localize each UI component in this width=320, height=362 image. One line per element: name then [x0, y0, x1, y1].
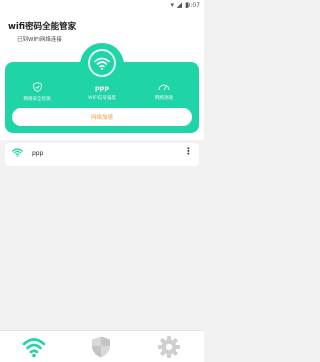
network-name: ppp: [32, 150, 44, 157]
gear-icon: [158, 336, 180, 358]
bottom-navigation: [0, 330, 204, 362]
wifi-icon: [94, 57, 110, 70]
stat-security-check[interactable]: 网络安全检测: [12, 82, 62, 102]
wifi-status-icon[interactable]: [88, 49, 116, 77]
more-options-icon[interactable]: ⋮: [184, 147, 193, 157]
status-time: 9:07: [186, 2, 200, 9]
status-bar: ▾ ◢ ▮ 9:07: [0, 0, 204, 11]
accelerate-button[interactable]: 网络加速: [12, 108, 192, 126]
connection-subtitle: 已到WIFI网络连接: [17, 37, 62, 43]
status-wifi-icon: ▾: [170, 1, 174, 9]
stat-label: 网络测速: [155, 96, 173, 101]
shield-icon: [92, 336, 110, 358]
status-signal-icon: ◢: [176, 1, 182, 9]
tab-wifi[interactable]: [22, 335, 46, 359]
stat-speed-test[interactable]: 网络测速: [139, 82, 189, 101]
tab-security[interactable]: [89, 335, 113, 359]
speedometer-icon: [158, 84, 170, 91]
stat-signal-strength[interactable]: WIFI信号强度: [77, 95, 127, 101]
wifi-icon: [22, 338, 46, 358]
tab-settings[interactable]: [157, 335, 181, 359]
stat-label: 网络安全检测: [23, 97, 51, 102]
stat-label: WIFI信号强度: [88, 96, 116, 101]
network-list-item[interactable]: ppp ⋮: [5, 143, 199, 166]
app-title: wifi密码全能管家: [8, 22, 77, 32]
wifi-icon: [12, 148, 23, 157]
shield-check-icon: [32, 82, 42, 92]
